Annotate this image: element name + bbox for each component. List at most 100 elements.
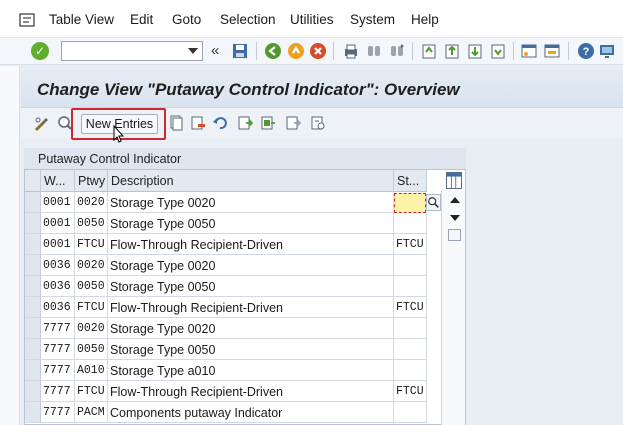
cell-storage-type[interactable] xyxy=(394,339,427,360)
row-selector[interactable] xyxy=(25,192,41,213)
cell-description: Storage Type a010 xyxy=(108,360,394,381)
menu-goto[interactable]: Goto xyxy=(172,12,201,27)
cell-description: Flow-Through Recipient-Driven xyxy=(108,297,394,318)
row-selector[interactable] xyxy=(25,402,41,423)
svg-text:?: ? xyxy=(583,46,590,58)
scrollbar-thumb[interactable] xyxy=(448,229,461,241)
row-selector[interactable] xyxy=(25,318,41,339)
chevron-down-icon[interactable] xyxy=(188,48,198,54)
column-header-putaway[interactable]: Ptwy xyxy=(75,170,108,192)
table-title-bar: Putaway Control Indicator xyxy=(24,148,466,170)
row-selector[interactable] xyxy=(25,234,41,255)
toolbar-separator xyxy=(412,42,413,60)
cell-storage-type[interactable] xyxy=(394,213,427,234)
cell-storage-type[interactable] xyxy=(394,402,427,423)
row-selector[interactable] xyxy=(25,276,41,297)
cell-storage-type[interactable] xyxy=(394,255,427,276)
customize-layout-icon[interactable] xyxy=(598,42,616,60)
scroll-up-icon[interactable] xyxy=(450,197,460,203)
find-next-icon[interactable] xyxy=(388,42,406,60)
cell-warehouse: 7777 xyxy=(41,339,75,360)
menu-system[interactable]: System xyxy=(350,12,395,27)
cell-warehouse: 7777 xyxy=(41,318,75,339)
cell-putaway: 0020 xyxy=(75,192,108,213)
menu-selection[interactable]: Selection xyxy=(220,12,276,27)
command-field[interactable] xyxy=(61,41,203,61)
next-page-icon[interactable] xyxy=(466,42,484,60)
cell-storage-type[interactable] xyxy=(394,360,427,381)
scroll-down-icon[interactable] xyxy=(450,215,460,221)
print-icon[interactable] xyxy=(342,42,360,60)
cell-description: Storage Type 0020 xyxy=(108,318,394,339)
select-block-icon[interactable] xyxy=(260,115,276,131)
cell-description: Flow-Through Recipient-Driven xyxy=(108,381,394,402)
menu-bar: Table View Edit Goto Selection Utilities… xyxy=(0,0,623,38)
cell-storage-type[interactable]: FTCU xyxy=(394,234,427,255)
cell-warehouse: 0001 xyxy=(41,213,75,234)
column-header-storage-type[interactable]: St... xyxy=(394,170,427,192)
menu-utilities[interactable]: Utilities xyxy=(290,12,334,27)
cell-warehouse: 7777 xyxy=(41,402,75,423)
command-input[interactable] xyxy=(62,42,182,60)
cell-description: Storage Type 0050 xyxy=(108,339,394,360)
row-selector[interactable] xyxy=(25,255,41,276)
create-session-icon[interactable] xyxy=(520,42,538,60)
enter-check-icon[interactable]: ✓ xyxy=(31,42,49,60)
menu-edit[interactable]: Edit xyxy=(130,12,153,27)
cell-putaway: 0020 xyxy=(75,255,108,276)
table-settings-icon[interactable] xyxy=(446,172,462,189)
row-selector[interactable] xyxy=(25,213,41,234)
left-edge-panel xyxy=(0,66,20,425)
cell-putaway: 0050 xyxy=(75,339,108,360)
delete-icon[interactable] xyxy=(190,115,206,131)
cell-description: Flow-Through Recipient-Driven xyxy=(108,234,394,255)
copy-as-icon[interactable] xyxy=(168,115,184,131)
display-change-icon[interactable] xyxy=(33,115,49,131)
cell-putaway: 0050 xyxy=(75,213,108,234)
row-selector[interactable] xyxy=(25,339,41,360)
cell-putaway: FTCU xyxy=(75,381,108,402)
row-selector[interactable] xyxy=(25,360,41,381)
previous-page-icon[interactable] xyxy=(443,42,461,60)
menu-icon[interactable] xyxy=(19,13,35,27)
cell-description: Storage Type 0050 xyxy=(108,276,394,297)
shortcut-icon[interactable] xyxy=(543,42,561,60)
storage-type-input-active[interactable] xyxy=(394,193,426,213)
title-bar: Change View "Putaway Control Indicator":… xyxy=(21,70,623,108)
last-page-icon[interactable] xyxy=(489,42,507,60)
cell-warehouse: 0001 xyxy=(41,192,75,213)
vertical-scrollbar[interactable] xyxy=(441,190,465,425)
cell-putaway: FTCU xyxy=(75,234,108,255)
menu-help[interactable]: Help xyxy=(411,12,439,27)
table-title: Putaway Control Indicator xyxy=(38,152,182,166)
column-header-warehouse[interactable]: W... xyxy=(41,170,75,192)
save-icon[interactable] xyxy=(231,42,249,60)
cell-putaway: PACM xyxy=(75,402,108,423)
cell-storage-type[interactable] xyxy=(394,318,427,339)
select-all-icon[interactable] xyxy=(237,115,253,131)
collapse-double-chevron-icon[interactable]: « xyxy=(211,42,219,59)
first-page-icon[interactable] xyxy=(420,42,438,60)
find-icon[interactable] xyxy=(365,42,383,60)
undo-icon[interactable] xyxy=(212,115,228,131)
cell-storage-type[interactable]: FTCU xyxy=(394,297,427,318)
help-icon[interactable]: ? xyxy=(577,42,595,60)
toolbar-separator xyxy=(513,42,514,60)
cell-warehouse: 7777 xyxy=(41,360,75,381)
row-selector[interactable] xyxy=(25,297,41,318)
column-header-description[interactable]: Description xyxy=(108,170,394,192)
cell-storage-type[interactable]: FTCU xyxy=(394,381,427,402)
search-help-icon[interactable] xyxy=(426,194,441,211)
menu-table-view[interactable]: Table View xyxy=(49,12,114,27)
cell-warehouse: 0036 xyxy=(41,297,75,318)
cancel-icon[interactable] xyxy=(309,42,327,60)
print-field-list-icon[interactable] xyxy=(310,115,326,131)
back-icon[interactable] xyxy=(264,42,282,60)
exit-icon[interactable] xyxy=(287,42,305,60)
cell-storage-type[interactable] xyxy=(394,276,427,297)
deselect-all-icon[interactable] xyxy=(285,115,301,131)
cell-putaway: 0020 xyxy=(75,318,108,339)
row-selector[interactable] xyxy=(25,381,41,402)
select-all-rows-header[interactable] xyxy=(25,170,41,192)
mouse-cursor-icon xyxy=(113,125,125,143)
